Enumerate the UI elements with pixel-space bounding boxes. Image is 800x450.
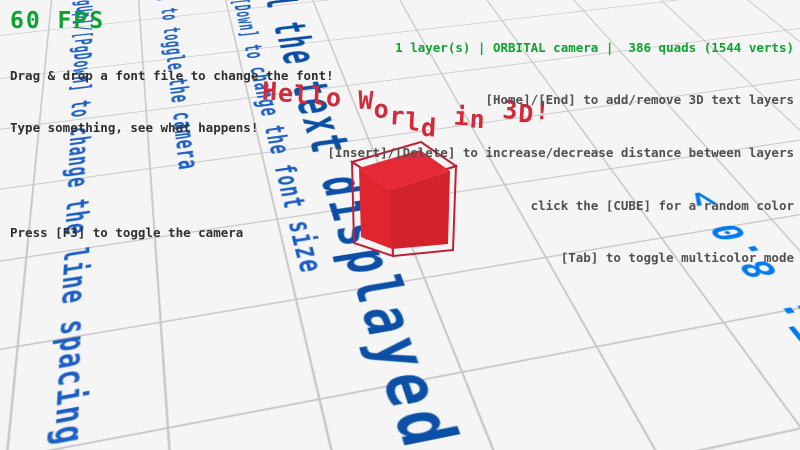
- hud-right-help: 1 layer(s) | ORBITAL camera | 386 quads …: [327, 6, 794, 303]
- fps-counter: 60 FPS: [10, 6, 105, 37]
- hud-spacer: [10, 173, 334, 189]
- hud-drag-drop-hint: Drag & drop a font file to change the fo…: [10, 68, 334, 85]
- hud-multicolor-hint: [Tab] to toggle multicolor mode: [327, 250, 794, 267]
- hud-layers-hint: [Home]/[End] to add/remove 3D text layer…: [327, 92, 794, 109]
- hud-left-help: Drag & drop a font file to change the fo…: [10, 34, 334, 277]
- hud-cube-click-hint: click the [CUBE] for a random color: [327, 198, 794, 215]
- hud-type-hint: Type something, see what happens!: [10, 120, 334, 137]
- hud-layer-distance-hint: [Insert]/[Delete] to increase/decrease d…: [327, 145, 794, 162]
- hud-camera-hint: Press [F3] to toggle the camera: [10, 225, 334, 242]
- stats-line: 1 layer(s) | ORBITAL camera | 386 quads …: [327, 40, 794, 57]
- app-window: [F2] to make the camera bouncy [F1] to m…: [0, 0, 800, 450]
